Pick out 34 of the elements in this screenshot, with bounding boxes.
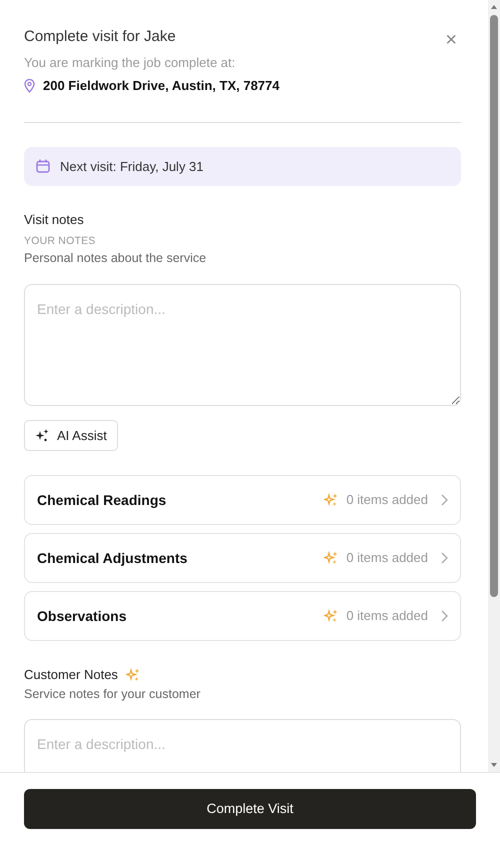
sparkle-icon bbox=[35, 428, 49, 442]
section-label: Visit notes bbox=[24, 211, 85, 229]
scrollbar-thumb[interactable] bbox=[490, 15, 498, 597]
item-count: 0 items added bbox=[346, 491, 428, 510]
item-count: 0 items added bbox=[346, 607, 428, 626]
chevron-right-icon bbox=[440, 552, 448, 564]
section-title: Chemical Adjustments bbox=[37, 548, 188, 568]
dialog-title: Complete visit for Jake bbox=[24, 27, 177, 47]
sparkle-icon bbox=[126, 668, 140, 682]
item-count: 0 items added bbox=[346, 549, 428, 568]
section-title: Chemical Readings bbox=[37, 490, 166, 510]
close-button[interactable]: × bbox=[441, 30, 461, 50]
section-row[interactable]: Chemical Adjustments 0 items added bbox=[24, 533, 461, 583]
chevron-right-icon bbox=[440, 494, 448, 506]
section-row[interactable]: Chemical Readings 0 items added bbox=[24, 475, 461, 525]
sparkle-icon bbox=[324, 609, 338, 623]
complete-visit-button[interactable]: Complete Visit bbox=[24, 789, 476, 829]
section-row[interactable]: Observations 0 items added bbox=[24, 591, 461, 641]
section-label: Customer Notes bbox=[24, 666, 118, 684]
overline-label: YOUR NOTES bbox=[24, 234, 97, 248]
helper-text: Service notes for your customer bbox=[24, 686, 202, 703]
dialog-subtitle: You are marking the job complete at: bbox=[24, 54, 236, 72]
chevron-right-icon bbox=[440, 610, 448, 622]
customer-notes-field[interactable]: Enter a description... bbox=[24, 719, 461, 772]
address: 200 Fieldwork Drive, Austin, TX, 78774 bbox=[43, 77, 280, 95]
calendar-icon bbox=[36, 159, 50, 174]
helper-text: Personal notes about the service bbox=[24, 250, 208, 268]
location-pin-icon bbox=[24, 78, 35, 93]
sparkle-icon bbox=[324, 551, 338, 565]
next-visit-text: Next visit: Friday, July 31 bbox=[60, 158, 204, 176]
ai-assist-button[interactable]: AI Assist bbox=[24, 420, 118, 451]
notes-field[interactable]: Enter a description... bbox=[24, 284, 461, 406]
sparkle-icon bbox=[324, 493, 338, 507]
section-title: Observations bbox=[37, 606, 126, 626]
